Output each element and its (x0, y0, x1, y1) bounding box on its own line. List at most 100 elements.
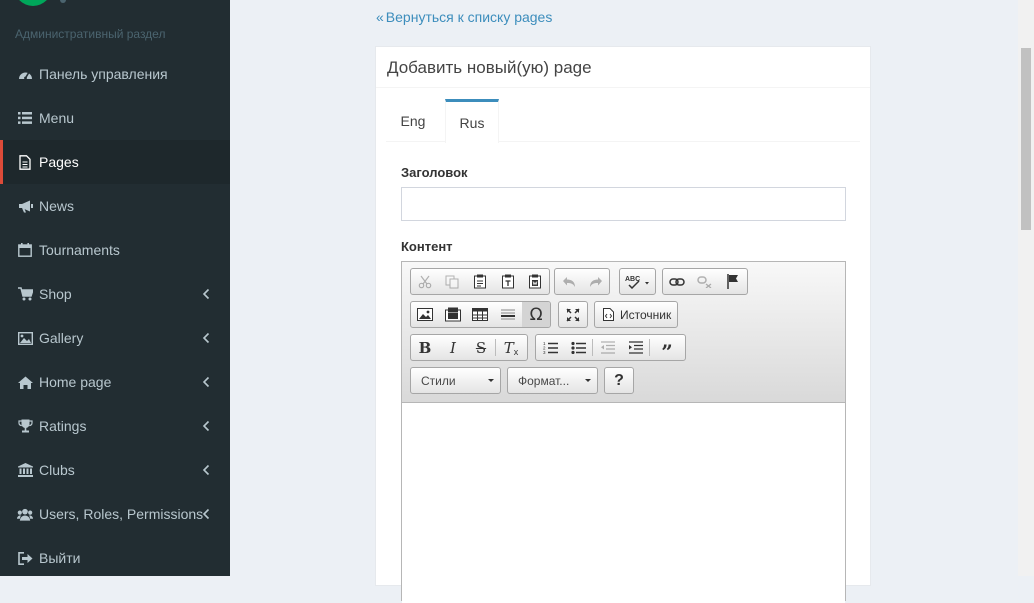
sidebar-item-home-page[interactable]: Home page (0, 360, 230, 404)
source-icon (603, 308, 614, 321)
chevron-left-icon (202, 463, 212, 477)
source-button-label: Источник (620, 307, 672, 322)
maximize-icon[interactable] (559, 302, 587, 327)
insert-group: Ω (410, 301, 551, 328)
sidebar-item-label: Clubs (39, 462, 75, 478)
copy-icon[interactable] (439, 269, 467, 294)
sidebar-item-label: Home page (39, 374, 112, 390)
remove-format-icon[interactable]: Tx (496, 335, 526, 360)
sidebar-menu: Панель управления Menu Pages News Tournament… (0, 52, 230, 580)
bulleted-list-icon[interactable] (564, 335, 592, 360)
users-icon (17, 506, 33, 522)
sidebar-item-gallery[interactable]: Gallery (0, 316, 230, 360)
horizontal-line-icon[interactable] (494, 302, 522, 327)
help-button[interactable]: ? (605, 368, 633, 393)
sidebar-item-label: Выйти (39, 550, 81, 566)
chevron-left-icon (202, 507, 212, 521)
title-input[interactable] (401, 187, 846, 221)
tab-rus[interactable]: Rus (445, 99, 499, 143)
page-scrollbar[interactable] (1018, 0, 1034, 576)
italic-icon[interactable]: I (439, 335, 467, 360)
flash-embed-icon[interactable] (439, 302, 467, 327)
rich-text-editor: ABC Ω Источник B I S T x 1 2 3 ” Стили Ф… (401, 261, 846, 603)
undo-icon[interactable] (555, 269, 582, 294)
anchor-flag-icon[interactable] (719, 269, 747, 294)
unlink-icon[interactable] (691, 269, 719, 294)
sidebar-item-label: Gallery (39, 330, 84, 346)
source-group: Источник (594, 301, 678, 328)
sidebar: Административный раздел Панель управлени… (0, 0, 230, 576)
paste-icon[interactable] (466, 269, 494, 294)
sidebar-item-label: Users, Roles, Permissions (39, 506, 204, 522)
sidebar-item-tournaments[interactable]: Tournaments (0, 228, 230, 272)
back-to-list-link[interactable]: «Вернуться к списку pages (376, 9, 552, 25)
sidebar-item-label: Ratings (39, 418, 87, 434)
table-icon[interactable] (467, 302, 495, 327)
sidebar-item-label: Панель управления (39, 66, 168, 82)
styles-dropdown[interactable]: Стили (410, 367, 501, 394)
paste-as-text-icon[interactable] (494, 269, 522, 294)
sidebar-item-панель-управления[interactable]: Панель управления (0, 52, 230, 96)
logo[interactable] (14, 0, 52, 6)
format-dropdown[interactable]: Формат... (507, 367, 598, 394)
shopping-cart-icon (17, 286, 33, 302)
image-icon[interactable] (411, 302, 439, 327)
logo-mark (60, 0, 66, 3)
sidebar-item-pages[interactable]: Pages (0, 140, 230, 184)
sidebar-item-users-roles-permissions[interactable]: Users, Roles, Permissions (0, 492, 230, 536)
chevron-down-icon (488, 379, 494, 382)
basic-styles-group: B I S Tx (410, 334, 528, 361)
sidebar-item-label: Menu (39, 110, 75, 126)
numbered-list-icon[interactable]: 123 (536, 335, 564, 360)
maximize-group (558, 301, 588, 328)
strikethrough-icon[interactable]: S (467, 335, 495, 360)
sidebar-item-menu[interactable]: Menu (0, 96, 230, 140)
chevron-left-icon (202, 419, 212, 433)
spellcheck-icon[interactable]: ABC (620, 269, 655, 294)
cut-icon[interactable] (411, 269, 439, 294)
sidebar-item-label: Pages (39, 154, 79, 170)
blockquote-icon[interactable]: ” (650, 335, 684, 362)
scrollbar-thumb[interactable] (1021, 48, 1031, 230)
paste-from-word-icon[interactable] (521, 269, 549, 294)
content-field-label: Контент (401, 239, 453, 254)
format-dropdown-label: Формат... (518, 374, 570, 388)
editor-toolbar: ABC Ω Источник B I S T x 1 2 3 ” Стили Ф… (402, 262, 845, 403)
svg-text:3: 3 (543, 350, 546, 354)
back-link-label: Вернуться к списку pages (385, 9, 553, 25)
special-char-omega-icon[interactable]: Ω (522, 302, 550, 327)
decrease-indent-icon[interactable] (593, 335, 621, 360)
redo-icon[interactable] (582, 269, 609, 294)
styles-dropdown-label: Стили (421, 374, 456, 388)
sidebar-item-news[interactable]: News (0, 184, 230, 228)
chevron-left-icon (202, 331, 212, 345)
institution-icon (17, 462, 33, 478)
title-field-label: Заголовок (401, 165, 468, 180)
spellcheck-group: ABC (619, 268, 656, 295)
list-icon (17, 110, 33, 126)
sidebar-item-shop[interactable]: Shop (0, 272, 230, 316)
trophy-icon (17, 418, 33, 434)
double-chevron-left-icon: « (376, 9, 384, 25)
help-group: ? (604, 367, 634, 394)
bold-icon[interactable]: B (411, 335, 439, 360)
sidebar-item-label: Shop (39, 286, 72, 302)
chevron-left-icon (202, 375, 212, 389)
links-group (662, 268, 748, 295)
sidebar-item-выйти[interactable]: Выйти (0, 536, 230, 580)
lists-group: 123 ” (535, 334, 686, 362)
box-divider (376, 87, 870, 88)
increase-indent-icon[interactable] (621, 335, 649, 360)
source-button[interactable]: Источник (595, 302, 677, 327)
sidebar-item-label: Tournaments (39, 242, 120, 258)
editor-content-area[interactable] (402, 403, 845, 603)
history-group (554, 268, 610, 295)
link-icon[interactable] (663, 269, 691, 294)
tab-eng[interactable]: Eng (386, 99, 440, 141)
sidebar-item-label: News (39, 198, 75, 214)
sign-out-icon (17, 550, 33, 566)
page-title: Добавить новый(ую) page (387, 58, 592, 77)
chevron-left-icon (202, 287, 212, 301)
sidebar-item-ratings[interactable]: Ratings (0, 404, 230, 448)
sidebar-item-clubs[interactable]: Clubs (0, 448, 230, 492)
